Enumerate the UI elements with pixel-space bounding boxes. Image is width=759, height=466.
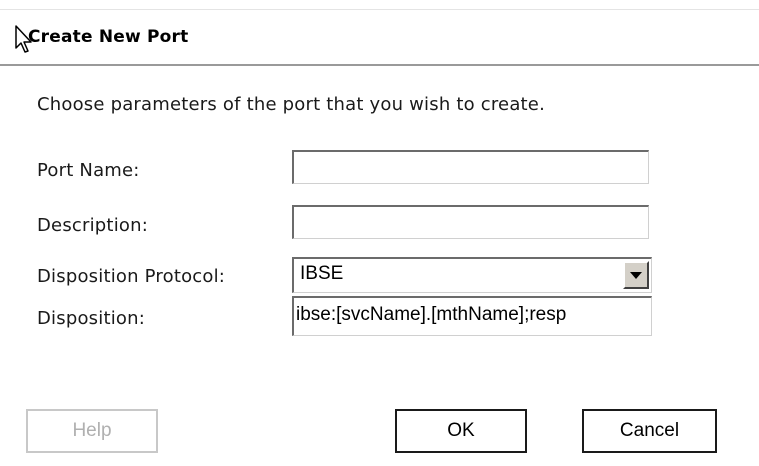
- title-divider: [0, 64, 759, 66]
- dialog-title: Create New Port: [28, 27, 189, 47]
- port-name-label: Port Name:: [37, 160, 140, 181]
- port-name-input[interactable]: [292, 150, 649, 184]
- dropdown-arrow-icon[interactable]: [623, 261, 649, 289]
- ok-button[interactable]: OK: [395, 409, 527, 453]
- mouse-pointer-icon: [15, 25, 32, 53]
- description-input[interactable]: [292, 205, 649, 239]
- disposition-protocol-select[interactable]: IBSE: [292, 257, 652, 293]
- create-port-dialog: Create New Port Choose parameters of the…: [0, 0, 759, 466]
- dialog-instructions: Choose parameters of the port that you w…: [37, 94, 546, 115]
- disposition-label: Disposition:: [37, 308, 146, 329]
- disposition-input[interactable]: ibse:[svcName].[mthName];resp: [292, 296, 652, 336]
- disposition-protocol-label: Disposition Protocol:: [37, 266, 226, 287]
- disposition-protocol-value: IBSE: [300, 263, 344, 284]
- cancel-button[interactable]: Cancel: [582, 409, 717, 453]
- top-divider: [0, 9, 759, 10]
- description-label: Description:: [37, 215, 148, 236]
- help-button[interactable]: Help: [26, 409, 158, 453]
